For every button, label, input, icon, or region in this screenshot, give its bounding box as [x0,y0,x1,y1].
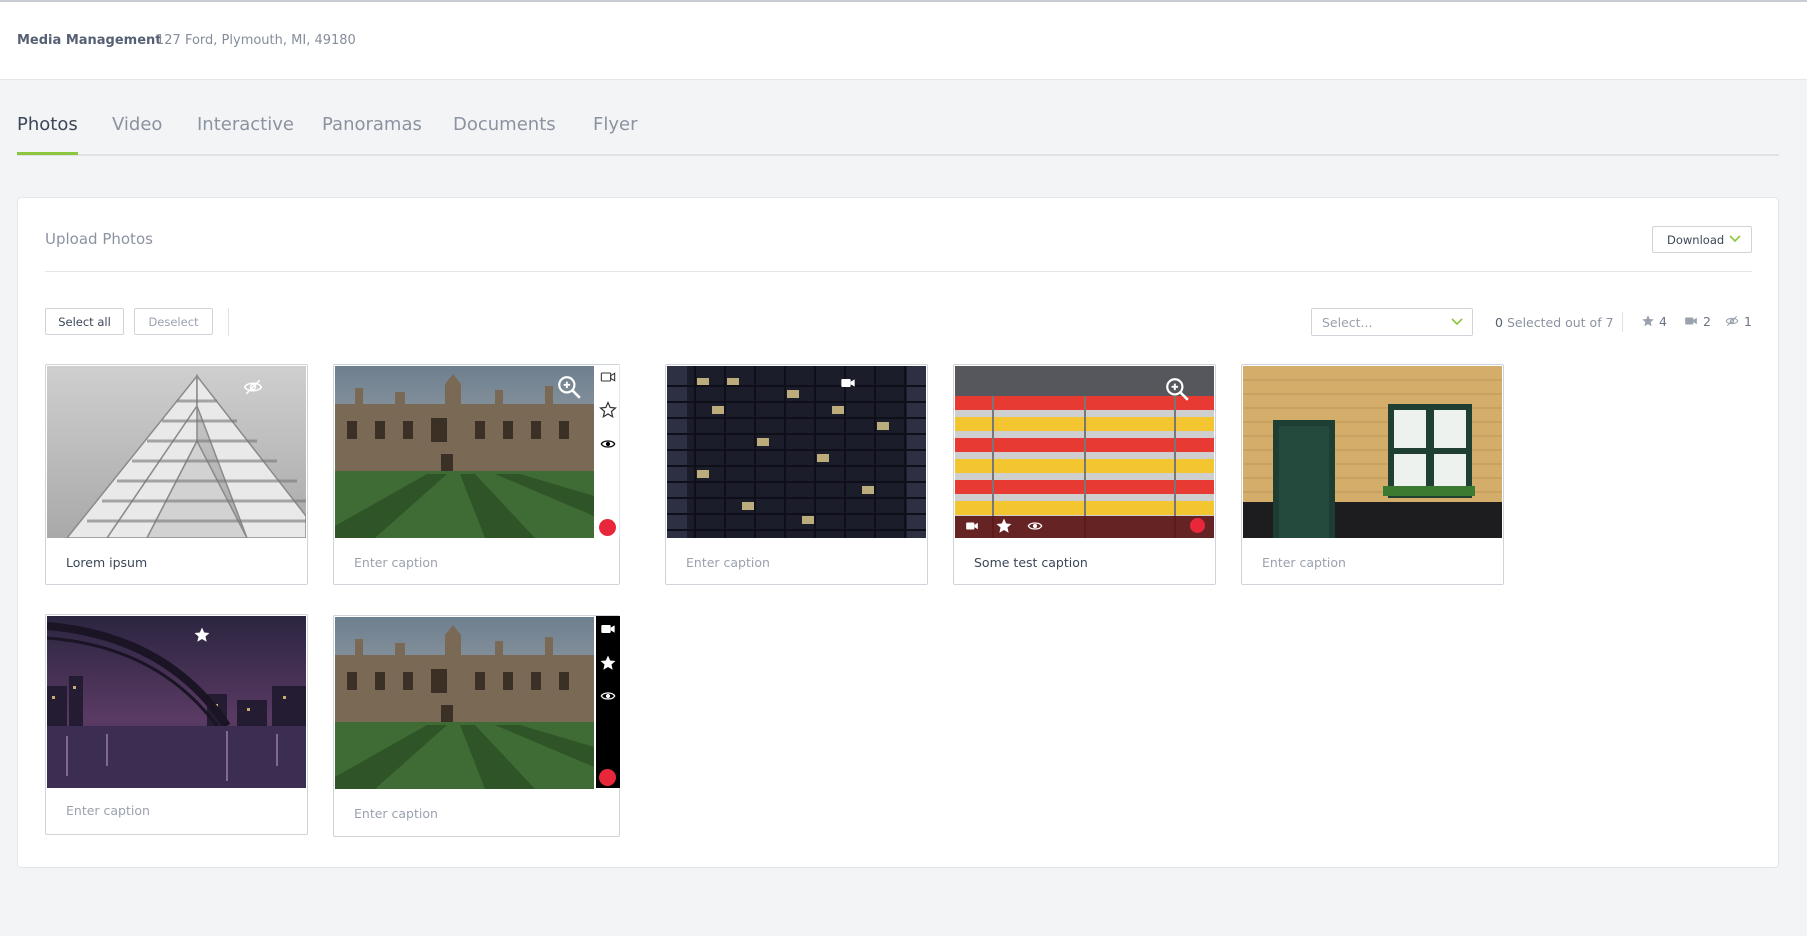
video-icon[interactable] [599,621,617,637]
caption-input[interactable]: Enter caption [354,806,438,821]
chevron-down-icon [1729,235,1741,243]
photo-card[interactable]: Lorem ipsum [45,364,308,585]
panel-title: Upload Photos [45,230,153,248]
bulk-action-select[interactable]: Select... [1311,308,1473,336]
eye-icon[interactable] [598,688,618,704]
photo-card[interactable]: Some test caption [953,364,1216,585]
video-icon[interactable] [838,375,858,391]
starred-count: 4 [1641,314,1667,329]
zoom-icon[interactable] [1164,376,1190,402]
selected-count-suffix: Selected out of 7 [1506,315,1614,330]
eye-icon[interactable] [1025,518,1045,534]
deselect-button[interactable]: Deselect [134,308,213,335]
video-icon [1685,317,1697,325]
video-count: 2 [1683,314,1711,329]
caption-input[interactable]: Enter caption [354,555,438,570]
star-icon[interactable] [193,626,211,644]
star-icon[interactable] [599,654,617,672]
tab-flyer[interactable]: Flyer [593,114,637,135]
zoom-icon[interactable] [556,374,582,400]
video-icon[interactable] [963,519,981,533]
selection-count: 0 Selected out of 7 [1495,315,1614,330]
photo-card[interactable]: Enter caption [1241,364,1504,585]
photo-thumbnail[interactable] [1243,366,1502,538]
selected-count-value: 0 [1495,315,1503,330]
download-label: Download [1667,233,1725,247]
hidden-count: 1 [1724,314,1752,329]
tab-video[interactable]: Video [112,114,162,135]
caption-input[interactable]: Lorem ipsum [66,555,147,570]
trash-icon[interactable] [599,519,616,536]
page-title: Media Management [17,33,162,48]
photo-thumbnail[interactable] [335,617,594,789]
trash-icon[interactable] [599,769,616,786]
download-button[interactable]: Download [1652,226,1752,253]
property-address: 127 Ford, Plymouth, MI, 49180 [156,33,356,48]
selection-toolbar: Select all Deselect Select... 0 Selected… [45,308,1752,338]
caption-input[interactable]: Enter caption [1262,555,1346,570]
hidden-icon[interactable] [242,377,264,397]
select-placeholder: Select... [1322,315,1373,330]
hidden-icon [1725,315,1739,327]
photo-card[interactable]: Enter caption [333,364,620,585]
photo-thumbnail[interactable] [47,366,306,538]
photo-thumbnail[interactable] [47,616,306,788]
chevron-down-icon [1451,318,1463,326]
caption-input[interactable]: Enter caption [66,803,150,818]
photo-thumbnail[interactable] [667,366,926,538]
select-all-button[interactable]: Select all [45,308,124,335]
tab-photos[interactable]: Photos [17,114,78,135]
star-icon[interactable] [599,401,617,419]
photo-card[interactable]: Enter caption [333,615,620,837]
trash-icon[interactable] [1190,518,1205,533]
caption-input[interactable]: Some test caption [974,555,1088,570]
panel-header: Upload Photos Download [45,198,1752,272]
top-bar: Media Management 127 Ford, Plymouth, MI,… [0,0,1807,80]
star-icon [1642,315,1654,327]
photo-action-strip [596,616,620,788]
divider [1622,312,1623,332]
photo-card[interactable]: Enter caption [45,614,308,835]
tab-documents[interactable]: Documents [453,114,556,135]
photo-card[interactable]: Enter caption [665,364,928,585]
tab-interactive[interactable]: Interactive [197,114,294,135]
star-icon[interactable] [995,517,1013,535]
video-icon[interactable] [599,369,617,385]
media-tabs: Photos Video Interactive Panoramas Docum… [17,104,1779,156]
photo-action-strip [596,365,620,537]
tab-panoramas[interactable]: Panoramas [322,114,422,135]
eye-icon[interactable] [598,436,618,452]
divider [228,308,229,336]
active-tab-indicator [17,152,78,155]
caption-input[interactable]: Enter caption [686,555,770,570]
